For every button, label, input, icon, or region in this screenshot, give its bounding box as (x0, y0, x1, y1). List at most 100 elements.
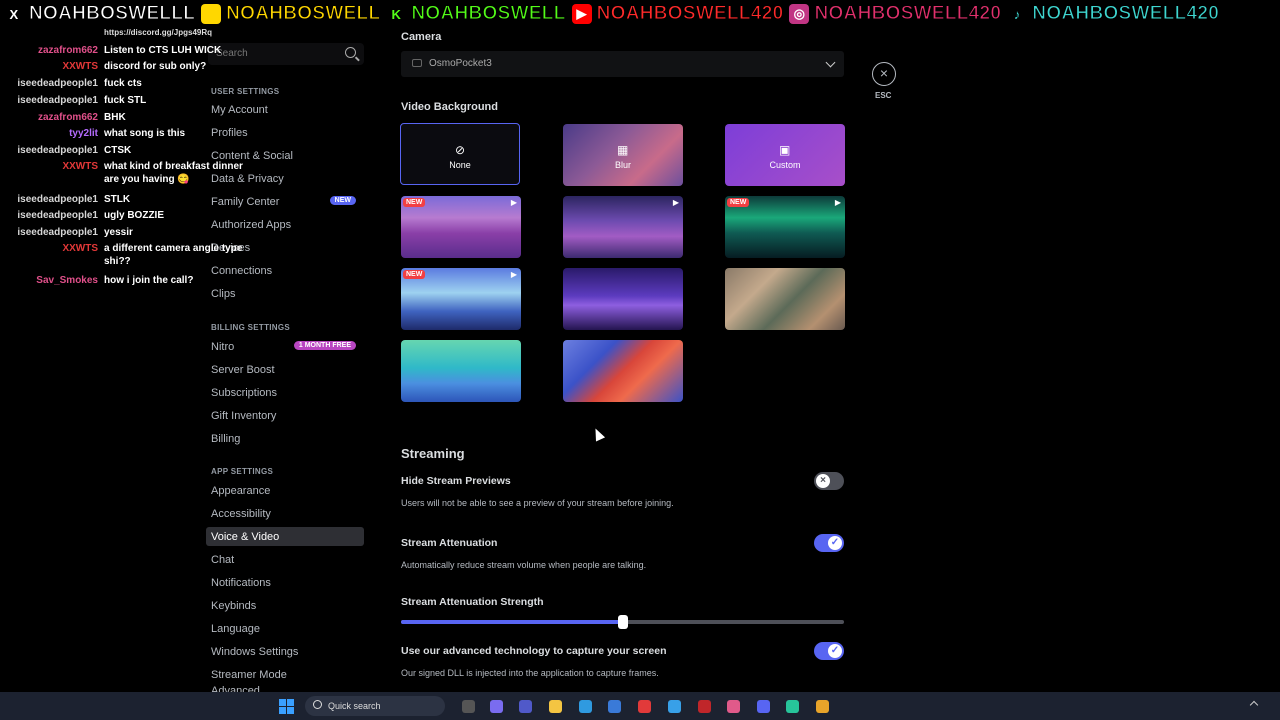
discord-icon[interactable] (757, 700, 770, 713)
check-icon: ✓ (828, 536, 842, 550)
chat-message: zazafrom662 BHK (0, 112, 126, 123)
chat-text: https://discord.gg/Jpgs49Rq (104, 28, 213, 37)
chat-message: iseedeadpeople1 fuck cts (0, 78, 142, 89)
hide-previews-desc: Users will not be able to see a preview … (401, 498, 674, 508)
chat-username: iseedeadpeople1 (17, 78, 98, 89)
chat-message: shi?? (0, 256, 131, 267)
voice-video-settings: Camera OsmoPocket3 × ESC Video Backgroun… (374, 28, 1280, 692)
background-custom-option[interactable]: ▣ Custom (725, 124, 845, 186)
sidebar-item-windows-settings[interactable]: Windows Settings (206, 642, 364, 661)
copilot-icon[interactable] (490, 700, 503, 713)
hide-previews-toggle[interactable]: × (814, 472, 844, 490)
sidebar-item-chat[interactable]: Chat (206, 550, 364, 569)
sidebar-item-streamer-mode[interactable]: Streamer Mode (206, 665, 364, 684)
file-explorer-icon[interactable] (549, 700, 562, 713)
sidebar-item-advanced[interactable]: Advanced (206, 685, 364, 692)
camera-icon (412, 59, 422, 67)
sidebar-item-appearance[interactable]: Appearance (206, 481, 364, 500)
chat-message: iseedeadpeople1 CTSK (0, 145, 131, 156)
background-blur-option[interactable]: ▦ Blur (563, 124, 683, 186)
chat-text: yessir (104, 227, 133, 238)
chrome-icon[interactable] (816, 700, 829, 713)
music-icon[interactable] (727, 700, 740, 713)
chat-message: iseedeadpeople1 ugly BOZZIE (0, 210, 164, 221)
background-thumbnail[interactable]: NEW ▶ (401, 268, 521, 330)
sidebar-item-accessibility[interactable]: Accessibility (206, 504, 364, 523)
store-icon[interactable] (608, 700, 621, 713)
app-icon[interactable] (638, 700, 651, 713)
chat-text: STLK (104, 194, 131, 205)
x-icon: × (816, 474, 830, 488)
sidebar-item-gift-inventory[interactable]: Gift Inventory (206, 406, 364, 425)
chat-text: how i join the call? (104, 275, 194, 286)
chat-username: XXWTS (62, 243, 98, 254)
social-handle: ♪ NOAHBOSWELL420 (1007, 3, 1219, 25)
taskbar-search[interactable]: Quick search (305, 696, 445, 716)
chevron-up-icon[interactable] (1249, 700, 1259, 710)
social-handle-text: NOAHBOSWELL420 (1032, 3, 1220, 25)
section-billing-settings: BILLING SETTINGS (211, 323, 291, 332)
sidebar-item-billing[interactable]: Billing (206, 429, 364, 448)
background-thumbnail[interactable] (563, 268, 683, 330)
teams-icon[interactable] (519, 700, 532, 713)
chat-text: BHK (104, 112, 126, 123)
background-none-option[interactable]: ⊘ None (400, 123, 520, 185)
capture-toggle[interactable]: ✓ (814, 642, 844, 660)
play-icon: ▶ (510, 270, 517, 279)
app-icon[interactable] (668, 700, 681, 713)
attenuation-toggle[interactable]: ✓ (814, 534, 844, 552)
sidebar-item-notifications[interactable]: Notifications (206, 573, 364, 592)
chat-text: CTSK (104, 145, 132, 156)
chat-username: iseedeadpeople1 (17, 227, 98, 238)
sidebar-item-keybinds[interactable]: Keybinds (206, 596, 364, 615)
chat-text: fuck STL (104, 95, 147, 106)
app-icon[interactable] (786, 700, 799, 713)
attenuation-strength-slider[interactable] (401, 615, 844, 629)
chat-message: tyy2lit what song is this (0, 128, 185, 139)
taskbar-search-label: Quick search (328, 701, 381, 711)
slider-thumb[interactable] (617, 615, 628, 629)
sidebar-item-subscriptions[interactable]: Subscriptions (206, 383, 364, 402)
windows-start-icon[interactable] (279, 699, 294, 714)
attenuation-strength-label: Stream Attenuation Strength (401, 596, 544, 608)
chat-username: iseedeadpeople1 (17, 145, 98, 156)
background-thumbnail[interactable]: NEW ▶ (725, 196, 845, 258)
chat-username: Sav_Smokes (36, 275, 98, 286)
section-app-settings: APP SETTINGS (211, 467, 274, 476)
chat-message: iseedeadpeople1 STLK (0, 194, 130, 205)
chat-username (0, 174, 98, 185)
social-banner: X NOAHBOSWELLL NOAHBOSWELL K NOAHBOSWELL ▶ NOA… (0, 0, 1280, 28)
slider-fill (401, 620, 623, 624)
new-badge: NEW (329, 196, 356, 205)
social-handle-text: NOAHBOSWELL420 (814, 3, 1002, 25)
app-icon[interactable] (698, 700, 711, 713)
background-thumbnail[interactable] (401, 340, 521, 402)
background-thumbnail[interactable] (563, 340, 683, 402)
kick-k-icon: K (386, 4, 407, 24)
chat-text: what song is this (104, 128, 186, 139)
streaming-title: Streaming (401, 446, 465, 461)
social-handle: X NOAHBOSWELLL (4, 3, 195, 25)
camera-select[interactable]: OsmoPocket3 (401, 51, 844, 77)
search-icon (345, 47, 356, 58)
chat-text: fuck cts (104, 78, 142, 89)
sidebar-item-nitro[interactable]: Nitro 1 MONTH FREE (206, 337, 364, 356)
close-button[interactable]: × (872, 62, 896, 86)
background-thumbnail[interactable] (725, 268, 845, 330)
sidebar-item-language[interactable]: Language (206, 619, 364, 638)
chat-username: zazafrom662 (37, 112, 98, 123)
edge-icon[interactable] (579, 700, 592, 713)
chat-username: tyy2lit (69, 128, 98, 139)
task-view-icon[interactable] (462, 700, 475, 713)
chat-message: https://discord.gg/Jpgs49Rq (0, 28, 212, 37)
social-handle: NOAHBOSWELL (201, 3, 381, 25)
sidebar-item-server-boost[interactable]: Server Boost (206, 360, 364, 379)
background-thumbnail[interactable]: NEW ▶ (401, 196, 521, 258)
background-thumbnail[interactable]: ▶ (563, 196, 683, 258)
sidebar-item-voice-video[interactable]: Voice & Video (206, 527, 364, 546)
chat-username: XXWTS (62, 161, 98, 172)
check-icon: ✓ (828, 644, 842, 658)
chat-message: iseedeadpeople1 yessir (0, 227, 133, 238)
stream-chat-overlay: https://discord.gg/Jpgs49Rq zazafrom662 Li… (0, 28, 245, 298)
chat-username: XXWTS (62, 61, 98, 72)
